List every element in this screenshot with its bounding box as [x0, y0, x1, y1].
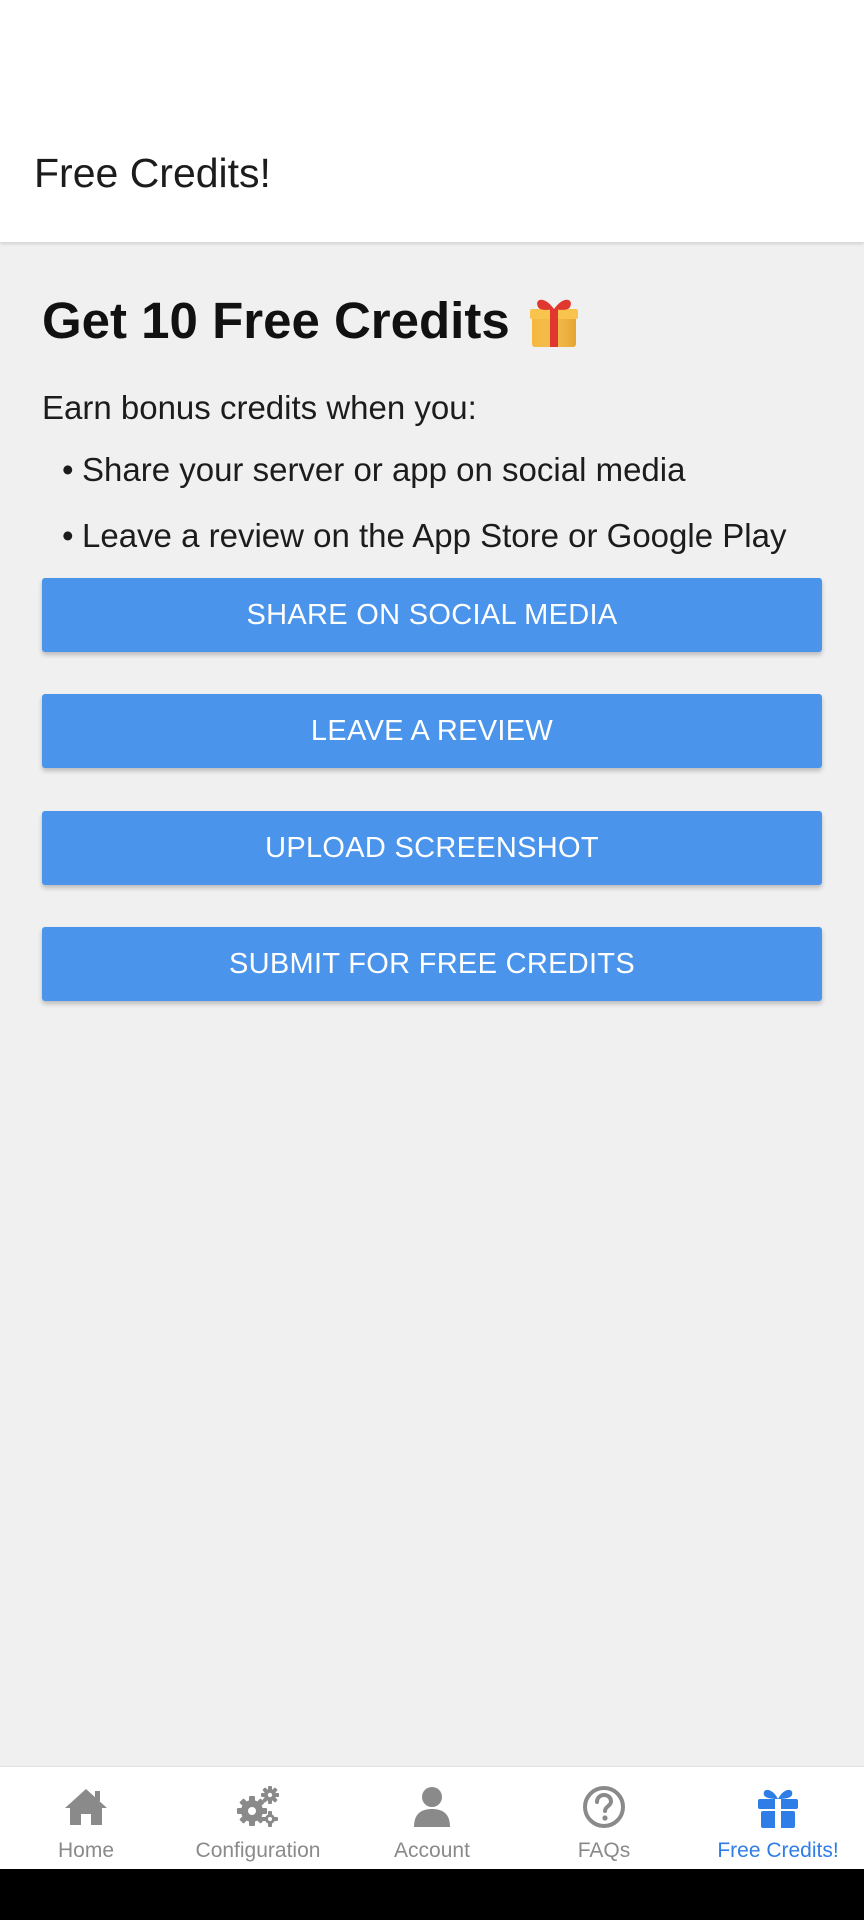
gears-icon	[237, 1786, 279, 1827]
tab-label: Account	[394, 1839, 470, 1862]
upload-screenshot-button[interactable]: UPLOAD SCREENSHOT	[42, 811, 822, 885]
bullet-dot: •	[62, 451, 74, 488]
tab-label: FAQs	[577, 1839, 631, 1862]
leave-a-review-button[interactable]: LEAVE A REVIEW	[42, 694, 822, 768]
page-title: Free Credits!	[34, 150, 271, 196]
headline-text: Get 10 Free Credits	[42, 292, 510, 349]
tab-account[interactable]: Account	[346, 1767, 518, 1870]
headline: Get 10 Free Credits	[42, 290, 822, 352]
intro-text: Earn bonus credits when you:	[42, 389, 477, 426]
bullet-dot: •	[62, 517, 74, 554]
tab-label: Home	[57, 1839, 115, 1862]
tab-faqs[interactable]: FAQs	[518, 1767, 690, 1870]
share-on-social-media-button[interactable]: SHARE ON SOCIAL MEDIA	[42, 578, 822, 652]
list-item: • Leave a review on the App Store or Goog…	[62, 516, 822, 556]
tab-configuration[interactable]: Configuration	[172, 1767, 344, 1870]
tab-free-credits[interactable]: Free Credits!	[692, 1767, 864, 1870]
system-navigation-bar	[0, 1869, 864, 1920]
bullet-text: Leave a review on the App Store or Googl…	[82, 517, 787, 554]
gift-emoji-icon	[528, 293, 580, 349]
tab-label: Configuration	[195, 1839, 321, 1862]
bottom-tab-bar: Home Configuration Account FAQs Free Cre…	[0, 1766, 864, 1870]
list-item: • Share your server or app on social medi…	[62, 450, 822, 490]
gift-icon	[758, 1789, 798, 1828]
free-credits-content: Get 10 Free Credits Earn bonus credits w…	[42, 290, 822, 556]
user-icon	[414, 1787, 450, 1827]
tab-label: Free Credits!	[717, 1839, 839, 1862]
question-circle-icon	[583, 1786, 625, 1828]
home-icon	[65, 1789, 107, 1825]
app-header: Free Credits!	[0, 0, 864, 242]
tab-home[interactable]: Home	[0, 1767, 172, 1870]
submit-for-free-credits-button[interactable]: SUBMIT FOR FREE CREDITS	[42, 927, 822, 1001]
bullet-text: Share your server or app on social media	[82, 451, 686, 488]
